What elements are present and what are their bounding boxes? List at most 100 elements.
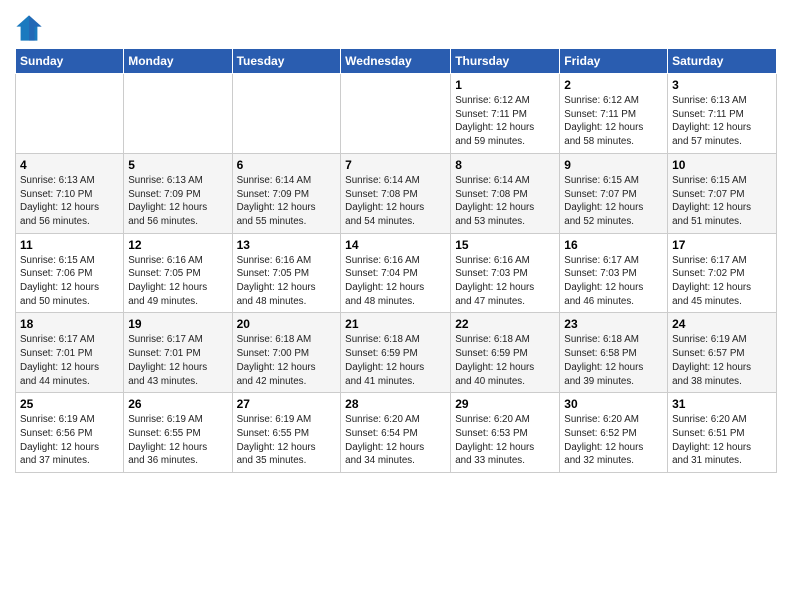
week-row-2: 4 Sunrise: 6:13 AMSunset: 7:10 PMDaylight… bbox=[16, 153, 777, 233]
day-info: Sunrise: 6:17 AMSunset: 7:03 PMDaylight:… bbox=[564, 254, 663, 309]
day-number: 1 bbox=[455, 78, 555, 92]
day-number: 13 bbox=[237, 238, 337, 252]
day-cell: 4 Sunrise: 6:13 AMSunset: 7:10 PMDaylight… bbox=[16, 153, 124, 233]
day-cell: 3 Sunrise: 6:13 AMSunset: 7:11 PMDaylight… bbox=[668, 74, 777, 154]
day-cell: 7Sunrise: 6:14 AMSunset: 7:08 PMDaylight… bbox=[341, 153, 451, 233]
day-info: Sunrise: 6:20 AMSunset: 6:52 PMDaylight:… bbox=[564, 413, 663, 468]
day-info: Sunrise: 6:19 AMSunset: 6:55 PMDaylight:… bbox=[128, 413, 227, 468]
day-cell: 1 Sunrise: 6:12 AMSunset: 7:11 PMDaylight… bbox=[451, 74, 560, 154]
day-info: Sunrise: 6:20 AMSunset: 6:54 PMDaylight:… bbox=[345, 413, 446, 468]
day-cell: 8Sunrise: 6:14 AMSunset: 7:08 PMDaylight… bbox=[451, 153, 560, 233]
day-number: 12 bbox=[128, 238, 227, 252]
day-info: Sunrise: 6:14 AMSunset: 7:09 PMDaylight:… bbox=[237, 174, 337, 229]
day-number: 9 bbox=[564, 158, 663, 172]
day-number: 17 bbox=[672, 238, 772, 252]
day-info: Sunrise: 6:12 AMSunset: 7:11 PMDaylight:… bbox=[564, 94, 663, 149]
day-info: Sunrise: 6:19 AMSunset: 6:57 PMDaylight:… bbox=[672, 333, 772, 388]
col-header-monday: Monday bbox=[124, 49, 232, 74]
day-number: 28 bbox=[345, 397, 446, 411]
day-number: 4 bbox=[20, 158, 119, 172]
day-cell: 26Sunrise: 6:19 AMSunset: 6:55 PMDayligh… bbox=[124, 393, 232, 473]
logo bbox=[15, 14, 47, 42]
day-number: 31 bbox=[672, 397, 772, 411]
day-info: Sunrise: 6:18 AMSunset: 6:59 PMDaylight:… bbox=[455, 333, 555, 388]
col-header-sunday: Sunday bbox=[16, 49, 124, 74]
day-cell bbox=[124, 74, 232, 154]
day-info: Sunrise: 6:12 AMSunset: 7:11 PMDaylight:… bbox=[455, 94, 555, 149]
day-number: 19 bbox=[128, 317, 227, 331]
day-cell: 27 Sunrise: 6:19 AMSunset: 6:55 PMDayligh… bbox=[232, 393, 341, 473]
day-info: Sunrise: 6:13 AMSunset: 7:10 PMDaylight:… bbox=[20, 174, 119, 229]
logo-icon bbox=[15, 14, 43, 42]
day-cell: 29 Sunrise: 6:20 AMSunset: 6:53 PMDayligh… bbox=[451, 393, 560, 473]
calendar-table: SundayMondayTuesdayWednesdayThursdayFrid… bbox=[15, 48, 777, 473]
day-number: 24 bbox=[672, 317, 772, 331]
day-number: 20 bbox=[237, 317, 337, 331]
day-number: 18 bbox=[20, 317, 119, 331]
day-cell: 9 Sunrise: 6:15 AMSunset: 7:07 PMDaylight… bbox=[560, 153, 668, 233]
day-cell: 18 Sunrise: 6:17 AMSunset: 7:01 PMDayligh… bbox=[16, 313, 124, 393]
day-info: Sunrise: 6:15 AMSunset: 7:07 PMDaylight:… bbox=[672, 174, 772, 229]
week-row-5: 25 Sunrise: 6:19 AMSunset: 6:56 PMDayligh… bbox=[16, 393, 777, 473]
day-info: Sunrise: 6:16 AMSunset: 7:03 PMDaylight:… bbox=[455, 254, 555, 309]
day-number: 7 bbox=[345, 158, 446, 172]
week-row-4: 18 Sunrise: 6:17 AMSunset: 7:01 PMDayligh… bbox=[16, 313, 777, 393]
day-cell: 17 Sunrise: 6:17 AMSunset: 7:02 PMDayligh… bbox=[668, 233, 777, 313]
day-cell: 14 Sunrise: 6:16 AMSunset: 7:04 PMDayligh… bbox=[341, 233, 451, 313]
day-info: Sunrise: 6:19 AMSunset: 6:55 PMDaylight:… bbox=[237, 413, 337, 468]
day-cell: 16 Sunrise: 6:17 AMSunset: 7:03 PMDayligh… bbox=[560, 233, 668, 313]
day-number: 22 bbox=[455, 317, 555, 331]
day-number: 29 bbox=[455, 397, 555, 411]
day-cell: 12 Sunrise: 6:16 AMSunset: 7:05 PMDayligh… bbox=[124, 233, 232, 313]
col-header-wednesday: Wednesday bbox=[341, 49, 451, 74]
day-cell: 5Sunrise: 6:13 AMSunset: 7:09 PMDaylight… bbox=[124, 153, 232, 233]
day-number: 6 bbox=[237, 158, 337, 172]
day-number: 30 bbox=[564, 397, 663, 411]
day-cell bbox=[16, 74, 124, 154]
day-cell: 2 Sunrise: 6:12 AMSunset: 7:11 PMDaylight… bbox=[560, 74, 668, 154]
day-info: Sunrise: 6:16 AMSunset: 7:05 PMDaylight:… bbox=[237, 254, 337, 309]
col-header-friday: Friday bbox=[560, 49, 668, 74]
day-info: Sunrise: 6:20 AMSunset: 6:53 PMDaylight:… bbox=[455, 413, 555, 468]
day-number: 3 bbox=[672, 78, 772, 92]
day-number: 14 bbox=[345, 238, 446, 252]
day-info: Sunrise: 6:16 AMSunset: 7:05 PMDaylight:… bbox=[128, 254, 227, 309]
day-info: Sunrise: 6:17 AMSunset: 7:02 PMDaylight:… bbox=[672, 254, 772, 309]
day-info: Sunrise: 6:18 AMSunset: 7:00 PMDaylight:… bbox=[237, 333, 337, 388]
day-number: 5 bbox=[128, 158, 227, 172]
day-cell: 31Sunrise: 6:20 AMSunset: 6:51 PMDayligh… bbox=[668, 393, 777, 473]
week-row-3: 11Sunrise: 6:15 AMSunset: 7:06 PMDayligh… bbox=[16, 233, 777, 313]
day-info: Sunrise: 6:15 AMSunset: 7:06 PMDaylight:… bbox=[20, 254, 119, 309]
day-info: Sunrise: 6:14 AMSunset: 7:08 PMDaylight:… bbox=[455, 174, 555, 229]
day-cell: 30 Sunrise: 6:20 AMSunset: 6:52 PMDayligh… bbox=[560, 393, 668, 473]
week-row-1: 1 Sunrise: 6:12 AMSunset: 7:11 PMDaylight… bbox=[16, 74, 777, 154]
day-number: 25 bbox=[20, 397, 119, 411]
day-cell: 6 Sunrise: 6:14 AMSunset: 7:09 PMDaylight… bbox=[232, 153, 341, 233]
day-cell: 19 Sunrise: 6:17 AMSunset: 7:01 PMDayligh… bbox=[124, 313, 232, 393]
day-cell: 24 Sunrise: 6:19 AMSunset: 6:57 PMDayligh… bbox=[668, 313, 777, 393]
header-row: SundayMondayTuesdayWednesdayThursdayFrid… bbox=[16, 49, 777, 74]
day-number: 10 bbox=[672, 158, 772, 172]
header bbox=[15, 10, 777, 42]
day-cell bbox=[341, 74, 451, 154]
day-number: 2 bbox=[564, 78, 663, 92]
day-number: 16 bbox=[564, 238, 663, 252]
day-cell: 11Sunrise: 6:15 AMSunset: 7:06 PMDayligh… bbox=[16, 233, 124, 313]
day-info: Sunrise: 6:19 AMSunset: 6:56 PMDaylight:… bbox=[20, 413, 119, 468]
day-number: 23 bbox=[564, 317, 663, 331]
day-info: Sunrise: 6:13 AMSunset: 7:11 PMDaylight:… bbox=[672, 94, 772, 149]
day-info: Sunrise: 6:17 AMSunset: 7:01 PMDaylight:… bbox=[128, 333, 227, 388]
day-cell: 21Sunrise: 6:18 AMSunset: 6:59 PMDayligh… bbox=[341, 313, 451, 393]
day-info: Sunrise: 6:18 AMSunset: 6:58 PMDaylight:… bbox=[564, 333, 663, 388]
day-cell: 28 Sunrise: 6:20 AMSunset: 6:54 PMDayligh… bbox=[341, 393, 451, 473]
col-header-saturday: Saturday bbox=[668, 49, 777, 74]
day-number: 27 bbox=[237, 397, 337, 411]
day-info: Sunrise: 6:16 AMSunset: 7:04 PMDaylight:… bbox=[345, 254, 446, 309]
day-cell: 22 Sunrise: 6:18 AMSunset: 6:59 PMDayligh… bbox=[451, 313, 560, 393]
day-cell: 23 Sunrise: 6:18 AMSunset: 6:58 PMDayligh… bbox=[560, 313, 668, 393]
day-info: Sunrise: 6:15 AMSunset: 7:07 PMDaylight:… bbox=[564, 174, 663, 229]
day-cell: 10 Sunrise: 6:15 AMSunset: 7:07 PMDayligh… bbox=[668, 153, 777, 233]
day-info: Sunrise: 6:17 AMSunset: 7:01 PMDaylight:… bbox=[20, 333, 119, 388]
day-cell: 20 Sunrise: 6:18 AMSunset: 7:00 PMDayligh… bbox=[232, 313, 341, 393]
day-number: 21 bbox=[345, 317, 446, 331]
